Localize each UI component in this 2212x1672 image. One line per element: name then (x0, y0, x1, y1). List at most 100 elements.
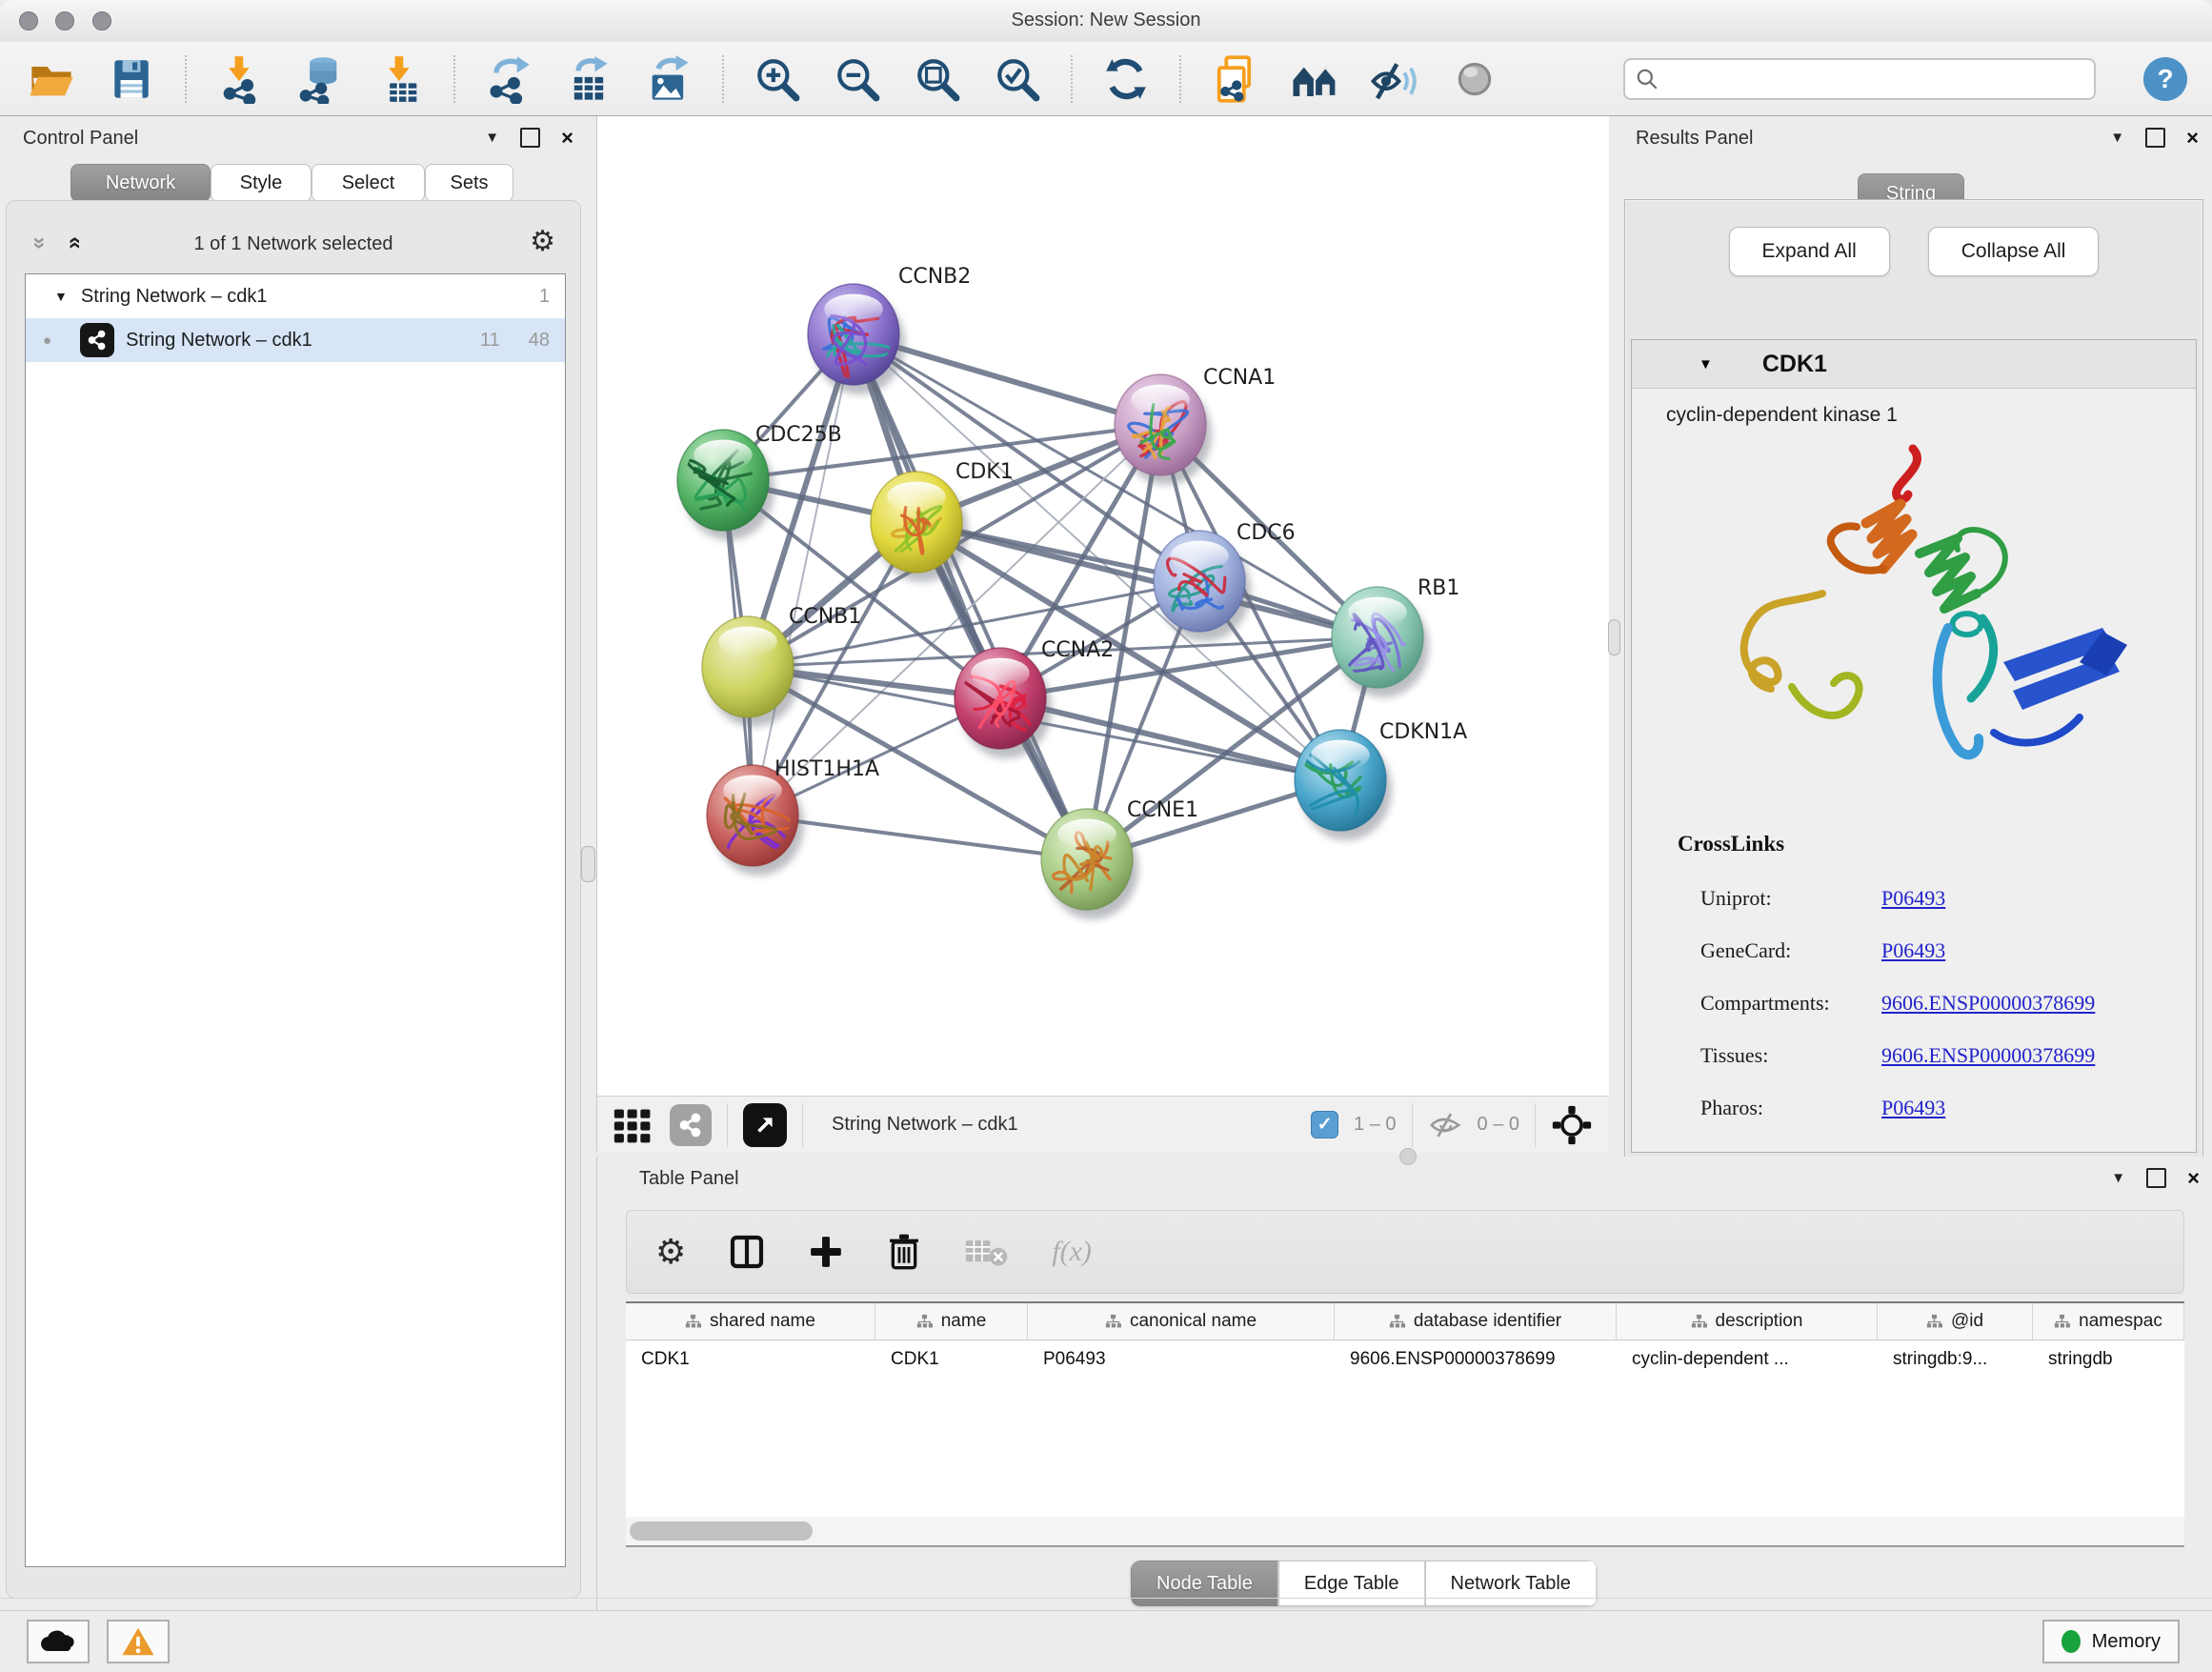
main-toolbar: ? (0, 42, 2212, 116)
network-node-RB1[interactable] (1332, 587, 1429, 697)
gene-card-expander-icon[interactable]: ▼ (1699, 356, 1713, 373)
column-header-namespac[interactable]: namespac (2033, 1303, 2184, 1340)
crosslink-link[interactable]: P06493 (1881, 886, 1945, 911)
column-header-name[interactable]: name (875, 1303, 1028, 1340)
export-table-file-button[interactable] (562, 52, 615, 106)
refresh-view-button[interactable] (1099, 52, 1153, 106)
crosslink-link[interactable]: 9606.ENSP00000378699 (1881, 991, 2095, 1016)
network-collection-row[interactable]: ▼ String Network – cdk1 1 (26, 274, 565, 318)
network-share-view-icon[interactable] (670, 1104, 712, 1146)
column-header-description[interactable]: description (1617, 1303, 1878, 1340)
tab-edge-table[interactable]: Edge Table (1278, 1561, 1425, 1606)
export-network-file-button[interactable] (482, 52, 535, 106)
open-in-window-icon[interactable] (743, 1103, 787, 1147)
gene-card-header[interactable]: ▼ CDK1 (1632, 340, 2196, 389)
tab-select[interactable]: Select (312, 164, 425, 202)
node-label-CDK1: CDK1 (955, 460, 1014, 484)
birdseye-grid-icon[interactable] (613, 1104, 654, 1146)
memory-button[interactable]: Memory (2042, 1620, 2180, 1663)
column-header-canonical-name[interactable]: canonical name (1028, 1303, 1335, 1340)
crosslink-link[interactable]: P06493 (1881, 938, 1945, 963)
hide-elements-button[interactable] (1368, 52, 1421, 106)
network-graph[interactable]: CCNB2CCNA1CDC25BCDK1CDC6RB1CCNB1CCNA2CDK… (597, 116, 1609, 1096)
collapse-all-button[interactable]: Collapse All (1928, 227, 2100, 276)
right-splitter-handle[interactable] (1608, 619, 1620, 655)
cloud-status-button[interactable] (27, 1620, 90, 1663)
expand-all-button[interactable]: Expand All (1729, 227, 1890, 276)
tab-network[interactable]: Network (70, 164, 211, 202)
zoom-in-button[interactable] (751, 52, 804, 106)
selected-checkbox-icon[interactable]: ✓ (1311, 1111, 1338, 1138)
scrollbar-thumb[interactable] (630, 1521, 813, 1541)
results-panel-float-icon[interactable] (2145, 128, 2165, 148)
crosslink-label: Pharos: (1700, 1096, 1881, 1120)
toolbar-separator (1412, 1103, 1413, 1147)
import-network-database-button[interactable] (293, 52, 347, 106)
network-node-CDK1[interactable] (871, 472, 968, 582)
crosslink-link[interactable]: P06493 (1881, 1096, 1945, 1120)
gene-symbol: CDK1 (1762, 351, 1827, 378)
tab-network-table[interactable]: Network Table (1425, 1561, 1597, 1606)
search-input[interactable] (1667, 68, 2084, 91)
crosslink-label: Tissues: (1700, 1043, 1881, 1068)
tab-sets[interactable]: Sets (425, 164, 513, 202)
save-session-button[interactable] (105, 52, 158, 106)
help-button[interactable]: ? (2143, 57, 2187, 101)
column-header--id[interactable]: @id (1878, 1303, 2033, 1340)
clone-network-button[interactable] (1208, 52, 1261, 106)
zoom-selected-button[interactable] (991, 52, 1044, 106)
table-row[interactable]: CDK1CDK1P064939606.ENSP00000378699cyclin… (626, 1340, 2184, 1379)
birdseye-crosshair-icon[interactable] (1551, 1104, 1593, 1146)
network-node-CCNE1[interactable] (1041, 809, 1138, 919)
delete-column-icon[interactable] (886, 1233, 922, 1271)
open-session-button[interactable] (25, 52, 78, 106)
column-header-database-identifier[interactable]: database identifier (1335, 1303, 1617, 1340)
tab-style[interactable]: Style (211, 164, 312, 202)
table-horizontal-scrollbar[interactable] (626, 1517, 2184, 1547)
results-panel-menu-icon[interactable]: ▼ (2110, 130, 2124, 146)
home-panel-button[interactable] (1288, 52, 1341, 106)
import-network-file-button[interactable] (213, 52, 267, 106)
apply-function-icon-disabled: f(x) (1052, 1236, 1092, 1268)
zoom-fit-button[interactable] (911, 52, 964, 106)
network-canvas[interactable]: CCNB2CCNA1CDC25BCDK1CDC6RB1CCNB1CCNA2CDK… (596, 116, 1609, 1096)
refresh-icon (1102, 55, 1150, 103)
export-image-button[interactable] (642, 52, 695, 106)
table-panel-menu-icon[interactable]: ▼ (2111, 1170, 2125, 1186)
toolbar-separator (185, 55, 187, 103)
control-panel-menu-icon[interactable]: ▼ (485, 130, 499, 146)
show-eye-button[interactable] (1448, 52, 1501, 106)
control-panel-float-icon[interactable] (520, 128, 540, 148)
network-type-icon (80, 323, 114, 357)
zoom-out-button[interactable] (831, 52, 884, 106)
results-panel-close-icon[interactable]: × (2186, 130, 2199, 146)
show-columns-icon[interactable] (728, 1233, 766, 1271)
delete-table-icon-disabled (964, 1236, 1010, 1268)
left-splitter-handle[interactable] (581, 846, 595, 882)
network-node-CDKN1A[interactable] (1295, 730, 1392, 840)
table-panel-float-icon[interactable] (2146, 1168, 2166, 1188)
warning-status-button[interactable] (107, 1620, 170, 1663)
network-node-CCNB2[interactable] (808, 284, 905, 394)
import-table-file-button[interactable] (373, 52, 427, 106)
table-panel-close-icon[interactable]: × (2187, 1170, 2200, 1186)
gene-card-cdk1: ▼ CDK1 cyclin-dependent kinase 1 (1631, 339, 2197, 1153)
network-node-CCNA2[interactable] (955, 648, 1052, 758)
network-options-gear-icon[interactable]: ⚙ (530, 228, 555, 256)
network-node-CDC6[interactable] (1154, 531, 1251, 641)
column-header-shared-name[interactable]: shared name (626, 1303, 875, 1340)
crosslink-link[interactable]: 9606.ENSP00000378699 (1881, 1043, 2095, 1068)
column-type-icon (1105, 1314, 1121, 1330)
hidden-eye-slash-icon (1428, 1111, 1462, 1139)
network-node-CCNA1[interactable] (1115, 374, 1212, 485)
network-row-selected[interactable]: ● String Network – cdk1 11 48 (26, 318, 565, 362)
tab-node-table[interactable]: Node Table (1131, 1561, 1278, 1606)
crosslink-row: Tissues:9606.ENSP00000378699 (1700, 1029, 2167, 1081)
control-panel-close-icon[interactable]: × (561, 130, 573, 146)
add-column-icon[interactable] (808, 1234, 844, 1270)
crosslink-row: Uniprot:P06493 (1700, 872, 2167, 924)
table-options-gear-icon[interactable]: ⚙ (655, 1238, 686, 1266)
toolbar-separator (727, 1103, 728, 1147)
network-node-HIST1H1A[interactable] (707, 765, 804, 876)
tree-expander-icon[interactable]: ▼ (54, 289, 68, 304)
